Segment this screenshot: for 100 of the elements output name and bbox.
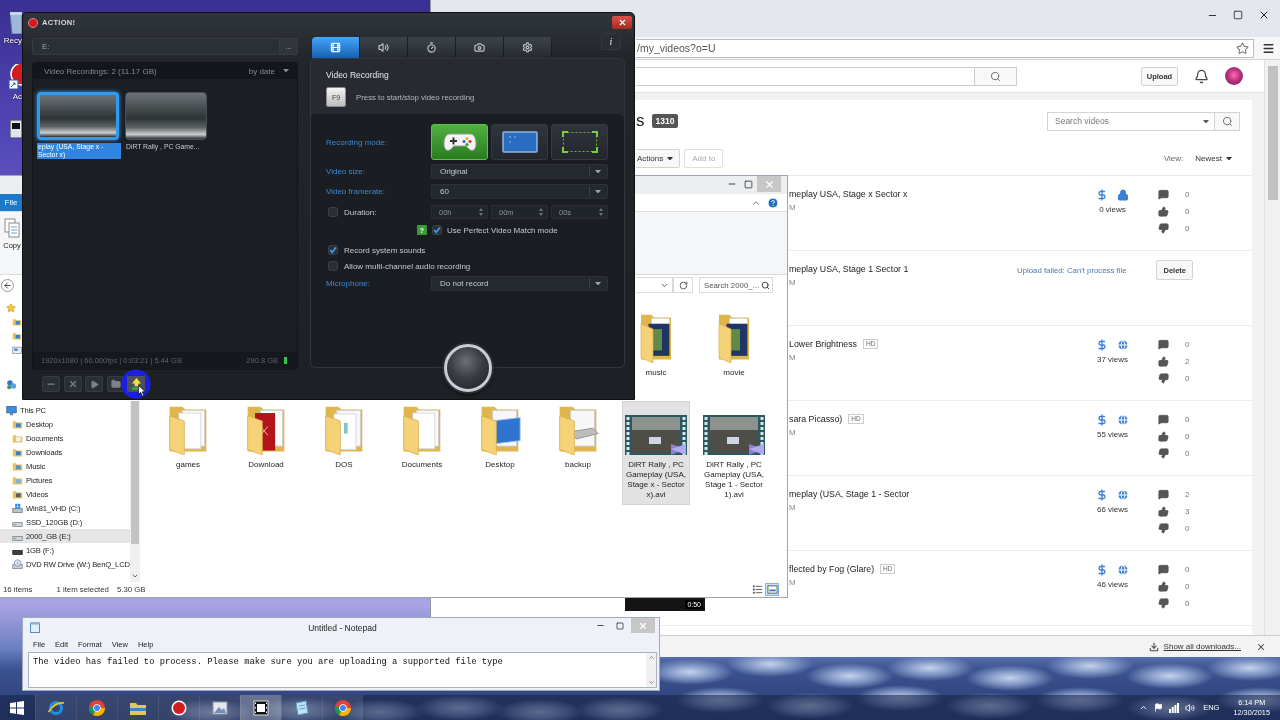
dollar-icon[interactable] — [1096, 564, 1108, 576]
dashed-rectangle-icon — [561, 131, 598, 153]
sort-dropdown[interactable]: by date — [248, 66, 289, 76]
video-search-field[interactable]: Search videos — [1047, 111, 1215, 131]
dollar-icon[interactable] — [1096, 489, 1108, 501]
sort-button[interactable]: Newest — [1195, 154, 1232, 163]
folder-icon[interactable] — [12, 331, 22, 341]
like-count: 3 — [1185, 506, 1190, 517]
folder-item[interactable]: Desktop — [466, 401, 534, 475]
globe-icon[interactable] — [1117, 489, 1129, 501]
search-button[interactable] — [975, 66, 1017, 86]
globe-icon[interactable] — [1117, 414, 1129, 426]
notifications-icon[interactable] — [1194, 68, 1209, 84]
dollar-icon[interactable] — [1096, 339, 1108, 351]
checkbox[interactable] — [432, 225, 442, 235]
scroll-up-icon[interactable] — [647, 654, 655, 661]
star-icon[interactable] — [6, 303, 16, 313]
video-title-link[interactable]: meplay (USA, Stage 1 - Sector — [789, 489, 910, 499]
thumbs-up-icon — [1158, 356, 1169, 367]
spinner-arrows-icon[interactable] — [539, 208, 543, 216]
video-title-link[interactable]: sara Picasso) — [789, 414, 843, 424]
search-button[interactable] — [1215, 111, 1240, 131]
spinner-arrows-icon[interactable] — [479, 208, 483, 216]
network-icon[interactable] — [6, 378, 17, 390]
framerate-dropdown[interactable]: 60 — [431, 184, 608, 199]
folder-item[interactable]: games — [154, 401, 222, 475]
taskbar-app-button[interactable] — [158, 695, 199, 720]
dollar-icon[interactable] — [1096, 414, 1108, 426]
recording-mode-button[interactable] — [431, 124, 488, 160]
file-tab[interactable]: File — [0, 194, 22, 211]
lock-icon[interactable] — [1117, 189, 1129, 201]
video-file[interactable]: DiRT Rally , PC Gameplay (USA, Stage 1 - Sector 1).avi — [700, 401, 768, 505]
video-tab[interactable] — [312, 37, 360, 58]
show-hidden-icons-icon[interactable] — [1139, 703, 1149, 712]
recent-places-icon[interactable] — [12, 345, 22, 355]
minimize-button[interactable] — [42, 376, 60, 392]
folder-item[interactable]: backup — [544, 401, 612, 475]
globe-icon[interactable] — [1117, 339, 1129, 351]
close-button[interactable] — [612, 16, 632, 29]
checkbox[interactable] — [328, 245, 338, 255]
checkbox[interactable] — [328, 261, 338, 271]
video-file[interactable]: DiRT Rally , PC Gameplay (USA, Stage x - Sector x).avi — [622, 401, 690, 505]
folder-path-field[interactable]: E: — [32, 38, 280, 55]
taskbar-app-button[interactable] — [199, 695, 240, 720]
close-icon[interactable] — [1256, 641, 1266, 652]
view-mode-button[interactable] — [750, 583, 764, 596]
recording-mode-button[interactable] — [491, 124, 548, 160]
actions-button[interactable]: Actions — [636, 149, 681, 168]
show-all-downloads-link[interactable]: Show all downloads... — [1163, 642, 1241, 651]
scroll-down-icon[interactable] — [647, 679, 655, 686]
speaker-icon[interactable] — [1185, 702, 1196, 713]
desktop-icon-label[interactable]: Ac — [12, 92, 22, 102]
globe-icon[interactable] — [1117, 564, 1129, 576]
delete-button[interactable] — [63, 376, 82, 392]
screenshot-tab[interactable] — [456, 37, 504, 58]
folder-icon[interactable] — [12, 317, 22, 327]
address-field[interactable]: /my_videos?o=U — [636, 38, 1254, 58]
like-count: 0 — [1185, 206, 1190, 217]
recording-mode-button[interactable] — [551, 124, 608, 160]
info-button[interactable]: i — [601, 33, 621, 50]
scrollbar-thumb[interactable] — [1267, 66, 1278, 200]
view-mode-button[interactable] — [765, 583, 779, 596]
play-button[interactable] — [85, 376, 103, 392]
menu-icon[interactable] — [1262, 41, 1275, 55]
video-title-link[interactable]: Lower Brightness — [789, 339, 857, 349]
scroll-down-icon[interactable] — [131, 572, 139, 580]
help-icon[interactable] — [767, 196, 779, 209]
browse-button[interactable]: ... — [280, 38, 298, 55]
folder-item[interactable]: Download — [232, 401, 300, 475]
folder-item[interactable]: music — [636, 309, 676, 383]
timer-tab[interactable] — [408, 37, 456, 58]
checkbox[interactable] — [328, 207, 338, 217]
flag-icon[interactable] — [1154, 703, 1164, 712]
browse-button[interactable] — [106, 376, 125, 392]
scrollbar-thumb[interactable] — [131, 401, 139, 544]
video-title-link[interactable]: meplay USA, Stage 1 Sector 1 — [789, 264, 909, 274]
record-button[interactable] — [443, 344, 492, 392]
bookmark-star-icon[interactable] — [1236, 41, 1249, 55]
film-icon — [252, 698, 270, 717]
video-size-dropdown[interactable]: Original — [431, 164, 608, 179]
spinner-arrows-icon[interactable] — [599, 208, 603, 216]
taskbar-app-button[interactable] — [281, 695, 322, 720]
refresh-button[interactable] — [673, 277, 693, 293]
user-avatar[interactable] — [1225, 67, 1243, 85]
dollar-icon[interactable] — [1096, 189, 1108, 201]
audio-tab[interactable] — [360, 37, 408, 58]
folder-item[interactable]: DOS — [310, 401, 378, 475]
search-icon — [1221, 115, 1233, 127]
desktop-icon-label[interactable]: Recy — [3, 36, 22, 46]
folder-item[interactable]: movie — [714, 309, 754, 383]
video-title-link[interactable]: flected by Fog (Glare) — [789, 564, 875, 574]
search-field[interactable] — [636, 66, 975, 86]
back-button[interactable] — [1, 278, 14, 292]
microphone-dropdown[interactable]: Do not record — [431, 276, 608, 291]
text-editor-area[interactable]: The video has failed to process. Please make sure you are uploading a supported file type — [28, 652, 657, 688]
taskbar-app-button[interactable] — [240, 695, 281, 720]
folder-item[interactable]: Documents — [388, 401, 456, 475]
network-icon[interactable] — [1169, 702, 1180, 713]
settings-tab[interactable] — [504, 37, 552, 58]
video-title-link[interactable]: meplay USA, Stage x Sector x — [789, 189, 908, 199]
